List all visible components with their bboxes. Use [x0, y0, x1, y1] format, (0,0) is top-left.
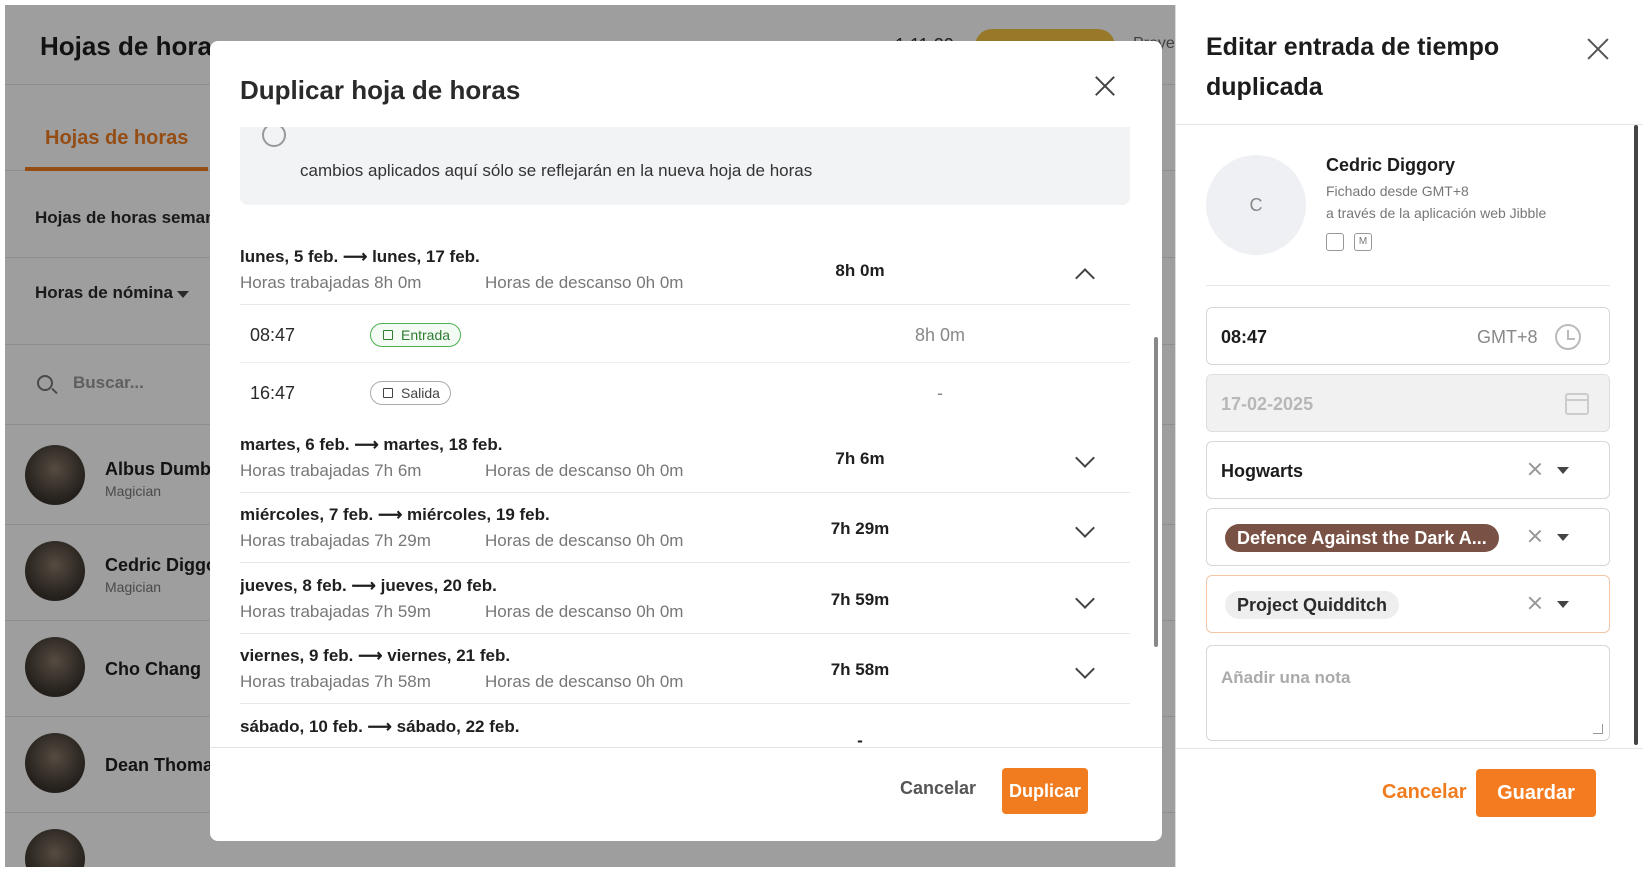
day-row[interactable]: viernes, 9 feb. ⟶ viernes, 21 feb. Horas… — [240, 646, 1130, 704]
day-total: - — [857, 731, 863, 747]
clock-in-icon — [383, 330, 393, 340]
info-notice: cambios aplicados aquí sólo se reflejará… — [240, 127, 1130, 205]
clocked-from-text: Fichado desde GMT+8 — [1326, 183, 1469, 199]
day-title: jueves, 8 feb. ⟶ jueves, 20 feb. — [240, 576, 497, 595]
day-title: miércoles, 7 feb. ⟶ miércoles, 19 feb. — [240, 505, 550, 524]
activity-chip: Defence Against the Dark A... — [1225, 524, 1499, 552]
day-title: martes, 6 feb. ⟶ martes, 18 feb. — [240, 435, 503, 454]
chevron-down-icon[interactable] — [1075, 518, 1095, 538]
time-entry-row[interactable]: 08:47 Entrada 8h 0m — [240, 305, 1130, 363]
edit-entry-panel: Editar entrada de tiempo duplicada C Ced… — [1175, 5, 1643, 867]
time-entry-row[interactable]: 16:47 Salida - — [240, 363, 1130, 421]
day-total: 7h 6m — [835, 449, 885, 468]
badge-label: Entrada — [401, 327, 451, 343]
day-title: sábado, 10 feb. ⟶ sábado, 22 feb. — [240, 717, 520, 736]
divider — [1176, 124, 1643, 125]
clock-out-badge: Salida — [370, 381, 451, 405]
day-break: Horas de descanso 0h 0m — [485, 461, 684, 480]
duplicate-timesheet-modal: Duplicar hoja de horas cambios aplicados… — [210, 41, 1162, 841]
cancel-button[interactable]: Cancelar — [900, 778, 976, 799]
day-title: viernes, 9 feb. ⟶ viernes, 21 feb. — [240, 646, 511, 665]
day-worked: Horas trabajadas 7h 59m — [240, 602, 431, 621]
modal-title: Duplicar hoja de horas — [240, 75, 521, 105]
dropdown-arrow-icon[interactable] — [1557, 467, 1569, 474]
time-field[interactable]: 08:47 GMT+8 — [1206, 307, 1610, 365]
location-value: Hogwarts — [1221, 461, 1304, 481]
date-field: 17-02-2025 — [1206, 374, 1610, 432]
cancel-button[interactable]: Cancelar — [1382, 781, 1467, 804]
chevron-up-icon[interactable] — [1075, 268, 1095, 288]
resize-handle-icon[interactable] — [1593, 724, 1603, 734]
badge-label: Salida — [401, 385, 440, 401]
day-row[interactable]: lunes, 5 feb. ⟶ lunes, 17 feb. Horas tra… — [240, 247, 1130, 305]
screen: Hojas de horas 1:11:20 Proyec Hojas de h… — [0, 0, 1648, 872]
modal-scrollbar[interactable] — [1154, 337, 1158, 647]
day-worked: Horas trabajadas 7h 58m — [240, 672, 431, 691]
web-app-icon — [1326, 233, 1344, 251]
save-button[interactable]: Guardar — [1476, 769, 1596, 817]
day-worked: Horas trabajadas 7h 6m — [240, 461, 422, 480]
day-title: lunes, 5 feb. ⟶ lunes, 17 feb. — [240, 247, 480, 266]
clear-icon[interactable] — [1525, 459, 1545, 479]
clear-icon[interactable] — [1525, 526, 1545, 546]
clear-icon[interactable] — [1525, 593, 1545, 613]
info-icon — [262, 127, 286, 147]
location-select[interactable]: Hogwarts — [1206, 441, 1610, 499]
day-total: 8h 0m — [835, 261, 885, 280]
avatar: C — [1206, 155, 1306, 255]
day-break: Horas de descanso 0h 0m — [485, 602, 684, 621]
member-name: Cedric Diggory — [1326, 155, 1456, 175]
entry-duration: 8h 0m — [914, 325, 966, 345]
calendar-icon — [1565, 393, 1589, 415]
clock-out-icon — [383, 388, 393, 398]
entry-time: 08:47 — [250, 325, 296, 345]
clock-icon[interactable] — [1555, 324, 1581, 350]
timezone-label: GMT+8 — [1477, 327, 1538, 347]
project-select[interactable]: Project Quidditch — [1206, 575, 1610, 633]
source-app-text: a través de la aplicación web Jibble — [1326, 205, 1547, 221]
day-total: 7h 59m — [830, 590, 890, 609]
chevron-down-icon[interactable] — [1075, 589, 1095, 609]
dropdown-arrow-icon[interactable] — [1557, 534, 1569, 541]
divider — [1206, 285, 1610, 286]
day-row[interactable]: miércoles, 7 feb. ⟶ miércoles, 19 feb. H… — [240, 505, 1130, 563]
day-total: 7h 29m — [830, 519, 890, 538]
day-break: Horas de descanso 0h 0m — [485, 672, 684, 691]
day-worked: Horas trabajadas 7h 29m — [240, 531, 431, 550]
time-value: 08:47 — [1221, 327, 1268, 347]
day-row[interactable]: sábado, 10 feb. ⟶ sábado, 22 feb. - — [240, 717, 1130, 747]
chevron-down-icon[interactable] — [1075, 659, 1095, 679]
day-break: Horas de descanso 0h 0m — [485, 531, 684, 550]
close-icon[interactable] — [1584, 35, 1612, 63]
modal-footer: Cancelar Duplicar — [210, 747, 1162, 841]
panel-title: Editar entrada de tiempo duplicada — [1206, 33, 1500, 101]
panel-footer: Cancelar Guardar — [1176, 748, 1643, 867]
entry-time: 16:47 — [250, 383, 296, 403]
clock-in-badge: Entrada — [370, 323, 462, 347]
day-worked: Horas trabajadas 8h 0m — [240, 273, 422, 292]
manual-entry-icon: M — [1354, 233, 1372, 251]
day-break: Horas de descanso 0h 0m — [485, 273, 684, 292]
panel-scrollbar[interactable] — [1634, 125, 1638, 745]
date-value: 17-02-2025 — [1221, 394, 1314, 414]
duplicate-button[interactable]: Duplicar — [1002, 768, 1088, 814]
day-total: 7h 58m — [830, 660, 890, 679]
modal-body: cambios aplicados aquí sólo se reflejará… — [240, 127, 1130, 747]
entry-duration: - — [937, 383, 943, 403]
note-textarea[interactable]: Añadir una nota — [1206, 645, 1610, 741]
dropdown-arrow-icon[interactable] — [1557, 601, 1569, 608]
activity-select[interactable]: Defence Against the Dark A... — [1206, 508, 1610, 566]
day-row[interactable]: jueves, 8 feb. ⟶ jueves, 20 feb. Horas t… — [240, 576, 1130, 634]
note-placeholder: Añadir una nota — [1221, 668, 1351, 687]
chevron-down-icon[interactable] — [1075, 448, 1095, 468]
project-chip: Project Quidditch — [1225, 591, 1400, 619]
day-row[interactable]: martes, 6 feb. ⟶ martes, 18 feb. Horas t… — [240, 435, 1130, 493]
close-icon[interactable] — [1090, 71, 1120, 101]
notice-text: cambios aplicados aquí sólo se reflejará… — [300, 161, 813, 180]
